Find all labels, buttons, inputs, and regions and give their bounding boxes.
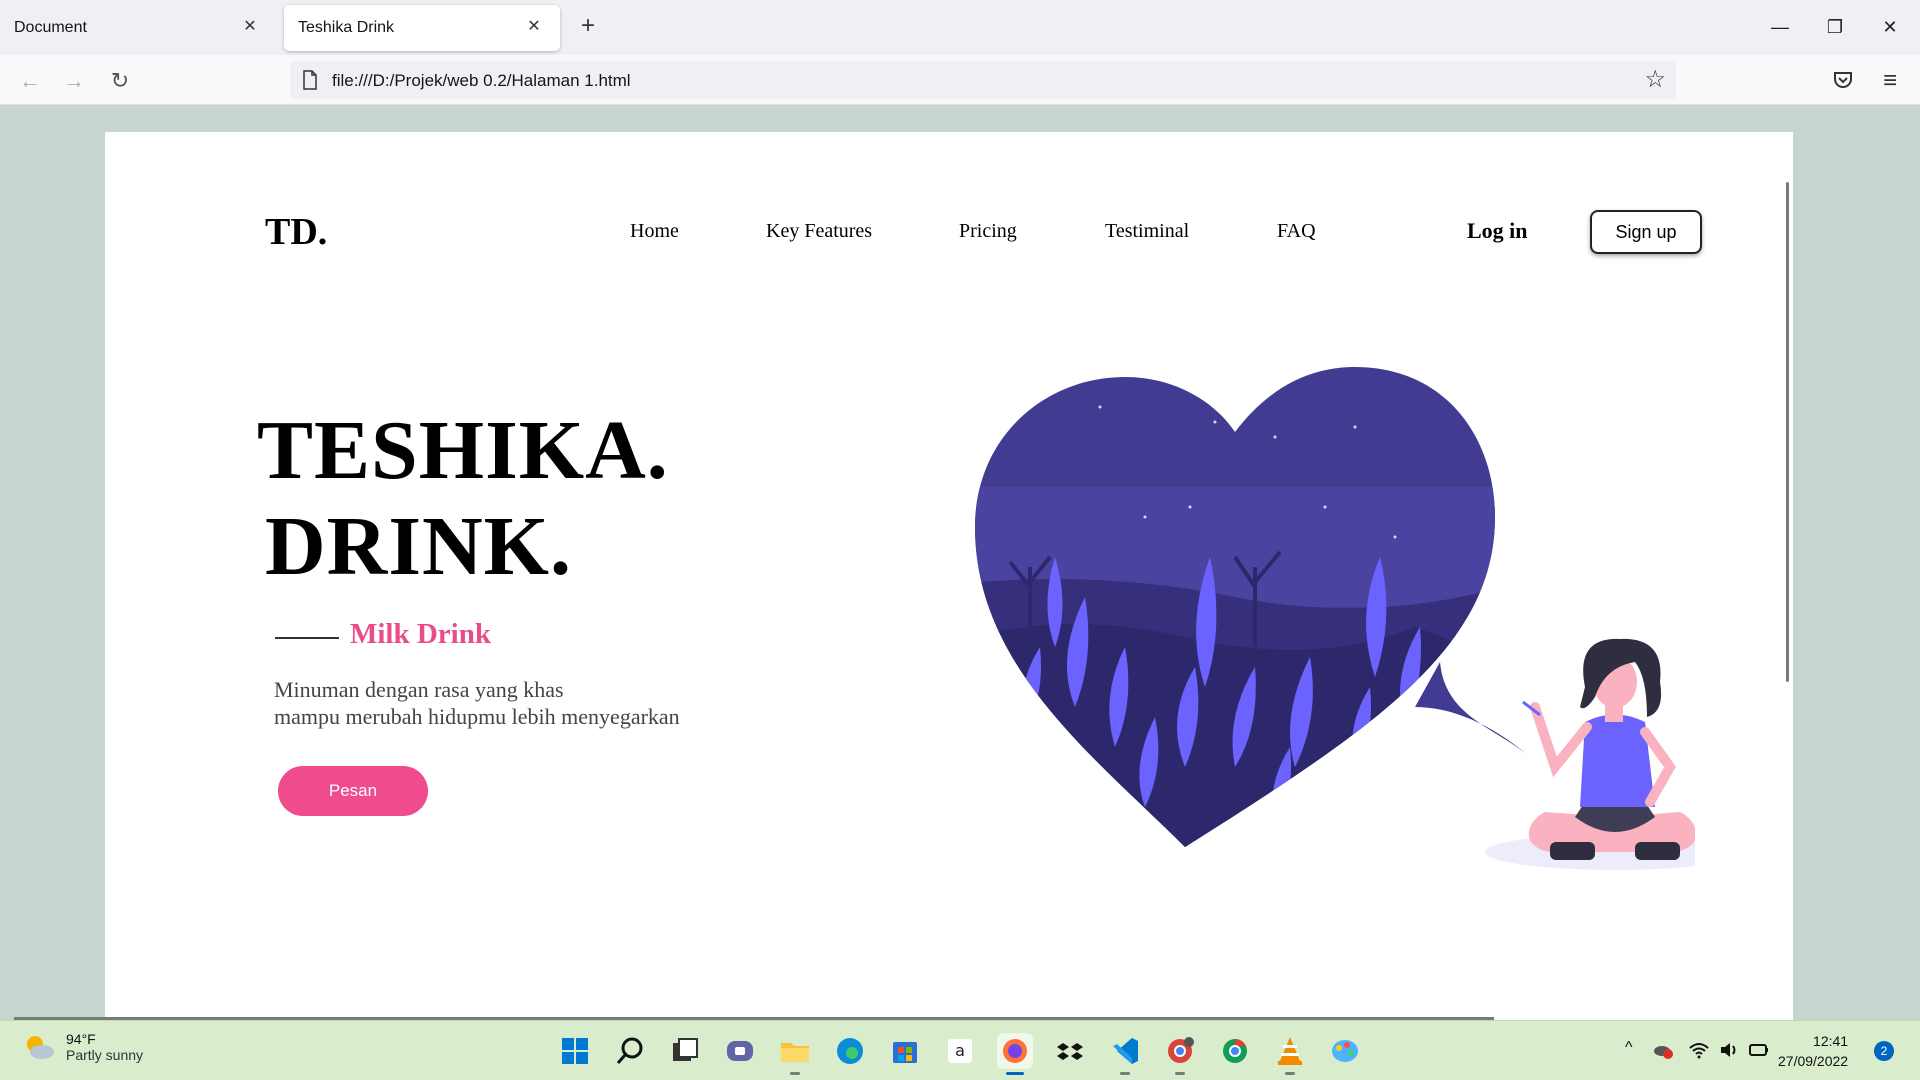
restore-icon[interactable]: ❐	[1815, 12, 1855, 42]
page-icon	[303, 70, 317, 90]
chevron-up-icon[interactable]: ^	[1625, 1039, 1633, 1057]
hero-subtitle: Milk Drink	[350, 618, 491, 650]
pesan-button[interactable]: Pesan	[278, 766, 428, 816]
heart-illustration	[975, 367, 1695, 870]
clock-date: 27/09/2022	[1778, 1053, 1849, 1069]
nav-pricing[interactable]: Pricing	[959, 220, 1017, 243]
notification-badge[interactable]: 2	[1874, 1041, 1894, 1061]
signup-button[interactable]: Sign up	[1590, 210, 1702, 254]
dropbox-icon[interactable]	[1052, 1033, 1088, 1069]
new-tab-plus-icon[interactable]: +	[574, 12, 602, 40]
tab-label: Document	[14, 19, 87, 36]
tab-document[interactable]: Document ✕	[0, 5, 276, 51]
pocket-icon[interactable]	[1832, 69, 1854, 91]
teams-chat-icon[interactable]	[722, 1033, 758, 1069]
desc-line-1: Minuman dengan rasa yang khas	[274, 677, 564, 702]
microsoft-store-icon[interactable]	[887, 1033, 923, 1069]
weather-temp: 94°F	[66, 1031, 96, 1047]
nav-faq[interactable]: FAQ	[1277, 220, 1316, 243]
system-clock[interactable]: 12:41 27/09/2022	[1778, 1031, 1848, 1071]
forward-arrow-icon[interactable]: →	[58, 65, 90, 97]
browser-tab-bar: Document ✕ Teshika Drink ✕ + — ❐ ✕	[0, 0, 1920, 55]
task-view-icon[interactable]	[667, 1033, 703, 1069]
nav-home[interactable]: Home	[630, 220, 679, 243]
close-window-icon[interactable]: ✕	[1870, 12, 1910, 42]
reload-icon[interactable]: ↻	[104, 65, 136, 97]
close-icon[interactable]: ✕	[238, 15, 262, 39]
weather-widget[interactable]: 94°F Partly sunny	[22, 1031, 143, 1063]
web-page: TD. Home Key Features Pricing Testiminal…	[105, 132, 1793, 1020]
nav-key-features[interactable]: Key Features	[766, 220, 872, 243]
vlc-icon[interactable]	[1272, 1033, 1308, 1075]
search-icon[interactable]	[612, 1033, 648, 1069]
vscode-icon[interactable]	[1107, 1033, 1143, 1075]
nav-testiminal[interactable]: Testiminal	[1105, 220, 1189, 243]
running-indicator	[1175, 1072, 1185, 1075]
paint-icon[interactable]	[1327, 1033, 1363, 1069]
chrome-icon[interactable]	[1217, 1033, 1253, 1069]
hero-description: Minuman dengan rasa yang khas mampu meru…	[274, 676, 680, 730]
hero-title-line-2: DRINK.	[265, 500, 573, 593]
site-logo[interactable]: TD.	[265, 210, 327, 254]
browser-viewport: TD. Home Key Features Pricing Testiminal…	[0, 106, 1920, 1020]
wifi-icon[interactable]	[1688, 1039, 1710, 1061]
vertical-scrollbar[interactable]	[1786, 182, 1789, 682]
weather-desc: Partly sunny	[66, 1047, 144, 1063]
tab-teshika-drink[interactable]: Teshika Drink ✕	[284, 5, 560, 51]
desc-line-2: mampu merubah hidupmu lebih menyegarkan	[274, 704, 680, 729]
amazon-icon[interactable]: a	[942, 1033, 978, 1069]
clock-time: 12:41	[1813, 1033, 1849, 1049]
tab-label: Teshika Drink	[298, 19, 395, 36]
chrome-profile-icon[interactable]	[1162, 1033, 1198, 1075]
menu-hamburger-icon[interactable]: ≡	[1874, 65, 1906, 97]
running-indicator	[1120, 1072, 1130, 1075]
battery-icon[interactable]	[1748, 1039, 1770, 1061]
back-arrow-icon[interactable]: ←	[14, 65, 46, 97]
svg-text:a: a	[955, 1041, 965, 1060]
active-indicator	[1006, 1072, 1024, 1075]
windows-start-icon[interactable]	[557, 1033, 593, 1069]
running-indicator	[790, 1072, 800, 1075]
partly-sunny-icon	[27, 1036, 54, 1059]
close-icon[interactable]: ✕	[522, 15, 546, 39]
running-indicator	[1285, 1072, 1295, 1075]
volume-icon[interactable]	[1718, 1039, 1740, 1061]
address-bar[interactable]: file:///D:/Projek/web 0.2/Halaman 1.html…	[290, 61, 1676, 99]
file-explorer-icon[interactable]	[777, 1033, 813, 1075]
login-link[interactable]: Log in	[1467, 218, 1528, 244]
hero-title-line-1: TESHIKA.	[257, 404, 669, 497]
minimize-icon[interactable]: —	[1760, 12, 1800, 42]
subtitle-divider	[275, 637, 339, 639]
windows-taskbar: 94°F Partly sunny a ^ 12:41 27/09/2022 2	[0, 1020, 1920, 1080]
cloud-error-icon[interactable]	[1652, 1039, 1674, 1061]
firefox-icon[interactable]	[997, 1033, 1033, 1075]
browser-toolbar: ← → ↻ file:///D:/Projek/web 0.2/Halaman …	[0, 55, 1920, 105]
bookmark-star-icon[interactable]: ☆	[1644, 65, 1666, 94]
edge-icon[interactable]	[832, 1033, 868, 1069]
url-text: file:///D:/Projek/web 0.2/Halaman 1.html	[332, 71, 631, 90]
